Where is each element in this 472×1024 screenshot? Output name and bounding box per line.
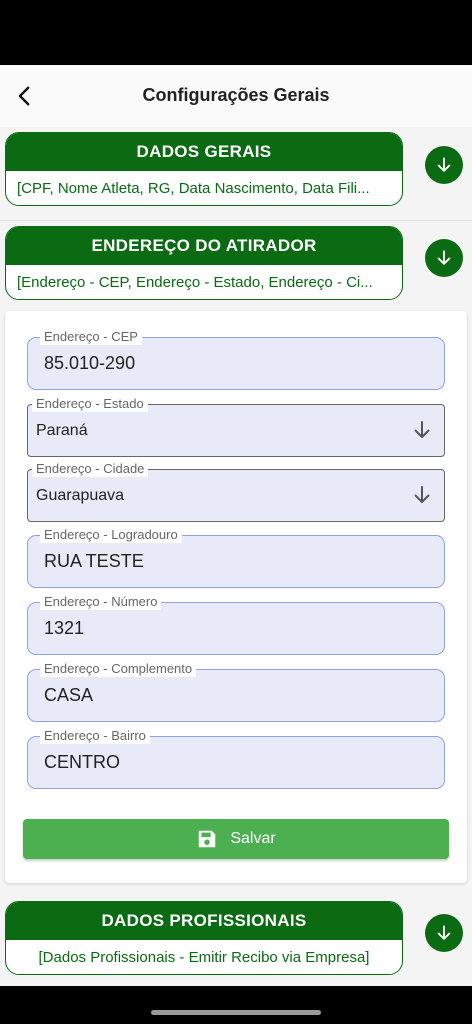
logradouro-label: Endereço - Logradouro (40, 527, 182, 543)
bairro-label: Endereço - Bairro (40, 728, 150, 744)
home-indicator[interactable] (151, 1010, 321, 1015)
page-title: Configurações Gerais (142, 85, 330, 105)
arrow-down-icon (437, 925, 451, 940)
cep-value: 85.010-290 (44, 353, 136, 373)
complemento-field[interactable]: Endereço - Complemento CASA (27, 661, 445, 722)
bairro-field[interactable]: Endereço - Bairro CENTRO (27, 728, 445, 789)
numero-value: 1321 (44, 618, 85, 638)
estado-value: Paraná (36, 422, 88, 439)
arrow-down-icon (437, 157, 451, 172)
expand-endereco-button[interactable] (425, 239, 463, 277)
address-form: Endereço - CEP 85.010-290 Endereço - Est… (5, 311, 467, 883)
expand-dados-profissionais-button[interactable] (425, 914, 463, 952)
logradouro-value: RUA TESTE (44, 551, 144, 571)
section-dados-gerais[interactable]: DADOS GERAIS [CPF, Nome Atleta, RG, Data… (5, 132, 403, 206)
cep-field[interactable]: Endereço - CEP 85.010-290 (27, 329, 445, 390)
section-title: DADOS GERAIS (6, 133, 402, 171)
arrow-down-icon (414, 486, 430, 503)
cidade-dropdown[interactable]: Endereço - Cidade Guarapuava (27, 461, 445, 522)
app-screen: Configurações Gerais DADOS GERAIS [CPF, … (0, 65, 472, 986)
arrow-down-icon (437, 250, 451, 265)
section-summary: [CPF, Nome Atleta, RG, Data Nascimento, … (17, 179, 370, 197)
section-title: DADOS PROFISSIONAIS (6, 902, 402, 940)
section-endereco[interactable]: ENDEREÇO DO ATIRADOR [Endereço - CEP, En… (5, 226, 403, 300)
complemento-label: Endereço - Complemento (40, 661, 197, 677)
section-summary: [Endereço - CEP, Endereço - Estado, Ende… (17, 273, 373, 291)
app-bar: Configurações Gerais (0, 65, 472, 127)
logradouro-field[interactable]: Endereço - Logradouro RUA TESTE (27, 527, 445, 588)
section-title: ENDEREÇO DO ATIRADOR (6, 227, 402, 265)
save-button[interactable]: Salvar (23, 819, 449, 859)
cep-label: Endereço - CEP (40, 329, 142, 345)
system-nav-bar (0, 986, 472, 1024)
estado-label: Endereço - Estado (32, 396, 148, 412)
section-dados-profissionais[interactable]: DADOS PROFISSIONAIS [Dados Profissionais… (5, 901, 403, 975)
cidade-label: Endereço - Cidade (32, 461, 149, 477)
numero-field[interactable]: Endereço - Número 1321 (27, 594, 445, 655)
section-divider (0, 220, 472, 221)
cidade-value: Guarapuava (36, 487, 125, 504)
arrow-down-icon (414, 421, 430, 438)
section-summary: [Dados Profissionais - Emitir Recibo via… (38, 948, 370, 966)
complemento-value: CASA (44, 685, 94, 705)
estado-dropdown[interactable]: Endereço - Estado Paraná (27, 396, 445, 457)
save-label: Salvar (230, 830, 276, 847)
expand-dados-gerais-button[interactable] (425, 146, 463, 184)
floppy-disk-icon (199, 830, 216, 848)
numero-label: Endereço - Número (40, 594, 162, 610)
status-bar (0, 0, 472, 65)
bairro-value: CENTRO (44, 752, 120, 772)
